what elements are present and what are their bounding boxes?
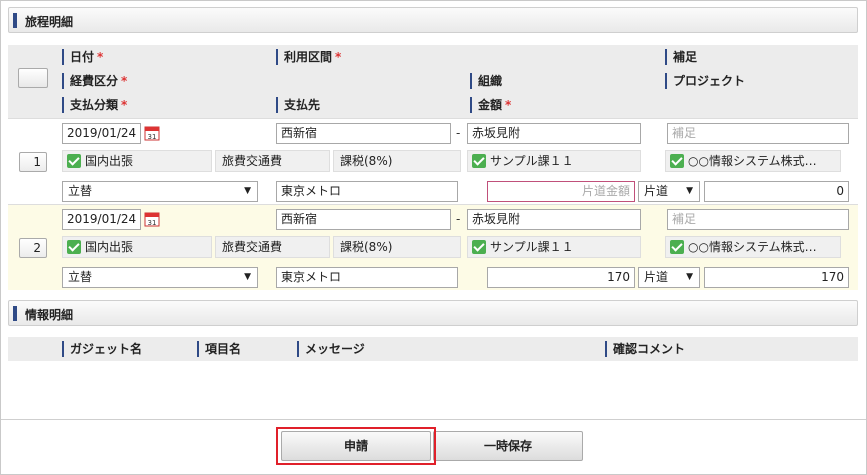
payment-type-value: 立替: [68, 270, 93, 284]
payee-input[interactable]: 東京メトロ: [276, 181, 458, 202]
expense-category-label: 国内出張: [85, 240, 134, 254]
expense-category-tag[interactable]: 国内出張: [62, 150, 212, 172]
expense-category-tag[interactable]: 国内出張: [62, 236, 212, 258]
chevron-down-icon: ▼: [686, 186, 693, 196]
chevron-down-icon: ▼: [244, 272, 251, 282]
chevron-down-icon: ▼: [686, 272, 693, 282]
oneway-amount-input[interactable]: 片道金額: [487, 181, 635, 202]
org-label: サンプル課１１: [490, 154, 574, 168]
header-row-1: 日付 * 利用区間 * 補足: [8, 45, 858, 69]
trip-type-select[interactable]: 片道 ▼: [638, 267, 700, 288]
header-item-name: 項目名: [197, 341, 241, 357]
check-icon: [67, 240, 81, 254]
tax-tag[interactable]: 課税(8%): [333, 150, 461, 172]
header-payee: 支払先: [276, 97, 320, 113]
route-separator: -: [456, 126, 461, 140]
note-input[interactable]: 補足: [667, 209, 849, 230]
calendar-icon[interactable]: 31: [144, 211, 160, 227]
route-from-input[interactable]: 西新宿: [276, 209, 451, 230]
info-column-headers: ガジェット名 項目名 メッセージ 確認コメント: [8, 337, 858, 361]
payee-input[interactable]: 東京メトロ: [276, 267, 458, 288]
check-icon: [670, 240, 684, 254]
project-tag[interactable]: ○○情報システム株式…: [665, 150, 841, 172]
chevron-down-icon: ▼: [244, 186, 251, 196]
svg-text:31: 31: [148, 133, 157, 141]
project-label: ○○情報システム株式…: [688, 154, 817, 168]
total-amount-input[interactable]: 0: [704, 181, 849, 202]
travel-section-header: 旅程明細: [8, 7, 858, 33]
date-input[interactable]: 2019/01/24: [62, 123, 141, 144]
svg-text:31: 31: [148, 219, 157, 227]
payment-type-value: 立替: [68, 184, 93, 198]
header-row-2: 経費区分 * 組織 プロジェクト: [8, 69, 858, 93]
note-input[interactable]: 補足: [667, 123, 849, 144]
check-icon: [472, 240, 486, 254]
oneway-amount-input[interactable]: 170: [487, 267, 635, 288]
total-amount-input[interactable]: 170: [704, 267, 849, 288]
date-input[interactable]: 2019/01/24: [62, 209, 141, 230]
header-expense-type: 経費区分 *: [62, 73, 127, 89]
header-payment-type: 支払分類 *: [62, 97, 127, 113]
travel-item-row: 2 2019/01/24 31 西新宿 - 赤坂見附 補足 国内出張 旅費交通費…: [8, 204, 858, 290]
check-icon: [472, 154, 486, 168]
trip-type-value: 片道: [644, 270, 669, 284]
route-to-input[interactable]: 赤坂見附: [467, 123, 641, 144]
trip-type-select[interactable]: 片道 ▼: [638, 181, 700, 202]
calendar-icon[interactable]: 31: [144, 125, 160, 141]
org-tag[interactable]: サンプル課１１: [467, 236, 641, 258]
expense-category-label: 国内出張: [85, 154, 134, 168]
payment-type-select[interactable]: 立替 ▼: [62, 267, 258, 288]
check-icon: [67, 154, 81, 168]
item-number[interactable]: 1: [19, 152, 47, 172]
footer-divider: [1, 419, 866, 420]
header-message: メッセージ: [297, 341, 365, 357]
header-confirm-comment: 確認コメント: [605, 341, 685, 357]
header-date: 日付 *: [62, 49, 103, 65]
save-draft-button[interactable]: 一時保存: [433, 431, 583, 461]
item-number[interactable]: 2: [19, 238, 47, 258]
route-separator: -: [456, 212, 461, 226]
check-icon: [670, 154, 684, 168]
org-tag[interactable]: サンプル課１１: [467, 150, 641, 172]
org-label: サンプル課１１: [490, 240, 574, 254]
payment-type-select[interactable]: 立替 ▼: [62, 181, 258, 202]
expense-item-tag[interactable]: 旅費交通費: [215, 150, 330, 172]
expense-item-tag[interactable]: 旅費交通費: [215, 236, 330, 258]
project-tag[interactable]: ○○情報システム株式…: [665, 236, 841, 258]
travel-item-row: 1 2019/01/24 31 西新宿 - 赤坂見附 補足 国内出張 旅費交通費…: [8, 118, 858, 204]
trip-type-value: 片道: [644, 184, 669, 198]
header-row-3: 支払分類 * 支払先 金額 *: [8, 93, 858, 117]
tax-tag[interactable]: 課税(8%): [333, 236, 461, 258]
project-label: ○○情報システム株式…: [688, 240, 817, 254]
header-gadget-name: ガジェット名: [62, 341, 142, 357]
apply-button-highlight: [276, 427, 436, 465]
header-project: プロジェクト: [665, 73, 745, 89]
header-amount: 金額 *: [470, 97, 511, 113]
section-accent-bar: [13, 306, 17, 321]
route-to-input[interactable]: 赤坂見附: [467, 209, 641, 230]
expense-detail-window: 旅程明細 日付 * 利用区間 * 補足 経費区分 * 組織 プロジェクト 支払分類 * …: [0, 0, 867, 475]
travel-section-title: 旅程明細: [25, 15, 74, 29]
travel-column-headers: 日付 * 利用区間 * 補足 経費区分 * 組織 プロジェクト 支払分類 * 支払先 金…: [8, 45, 858, 118]
info-section-title: 情報明細: [25, 308, 74, 322]
section-accent-bar: [13, 13, 17, 28]
route-from-input[interactable]: 西新宿: [276, 123, 451, 144]
header-note: 補足: [665, 49, 697, 65]
info-section-header: 情報明細: [8, 300, 858, 326]
header-route: 利用区間 *: [276, 49, 341, 65]
header-org: 組織: [470, 73, 502, 89]
